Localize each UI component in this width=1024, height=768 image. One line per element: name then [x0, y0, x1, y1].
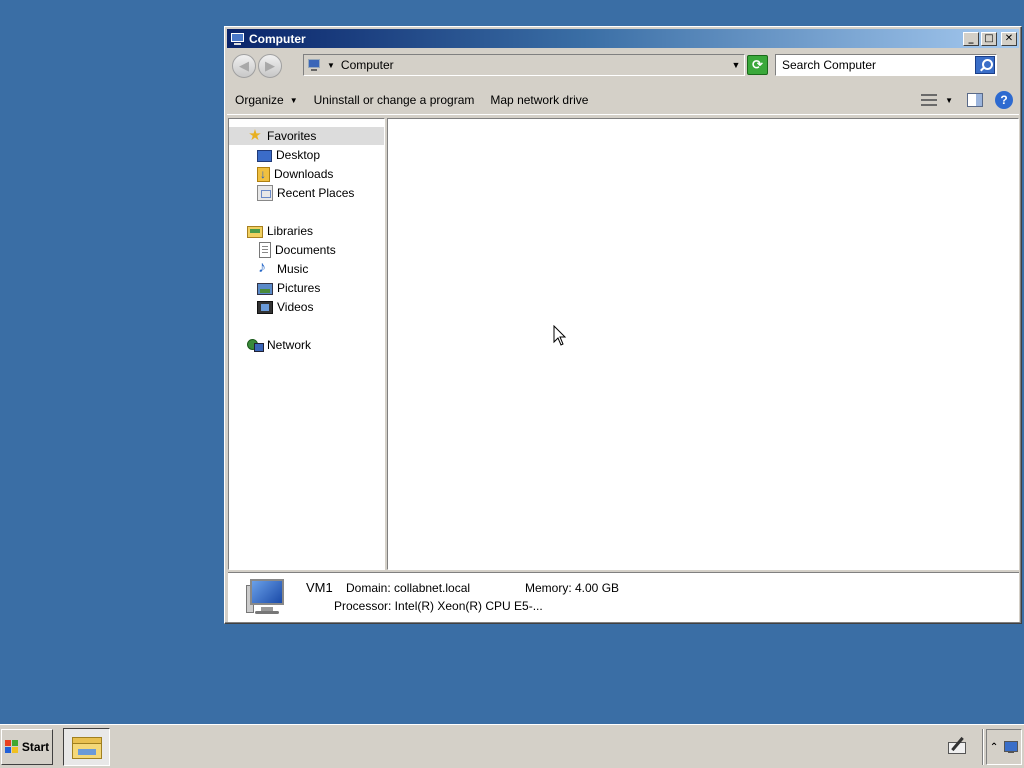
explorer-window: Computer _ □ ✕ ◀ ▶ ▼ Computer ▼ ⟳ Organi…	[224, 26, 1022, 624]
star-icon: ★	[248, 127, 262, 144]
nav-label: Pictures	[277, 281, 321, 295]
nav-item-recent-places[interactable]: Recent Places	[257, 184, 354, 202]
nav-label: Libraries	[267, 224, 314, 238]
address-bar[interactable]: ▼ Computer ▼	[303, 54, 745, 76]
nav-label: Downloads	[274, 167, 334, 181]
nav-item-pictures[interactable]: Pictures	[257, 279, 320, 297]
refresh-icon: ⟳	[752, 57, 763, 72]
help-icon[interactable]: ?	[995, 91, 1013, 109]
view-options-dropdown[interactable]: ▼	[945, 96, 953, 105]
address-row: ◀ ▶ ▼ Computer ▼ ⟳	[227, 50, 1019, 82]
notification-area: ⌃	[986, 729, 1022, 765]
desktop-icon	[257, 149, 272, 162]
refresh-button[interactable]: ⟳	[747, 55, 768, 75]
computer-icon	[230, 32, 246, 46]
documents-icon	[259, 242, 271, 258]
breadcrumb-chevron-icon[interactable]: ▼	[327, 61, 335, 70]
start-label: Start	[21, 740, 50, 754]
forward-button[interactable]: ▶	[258, 54, 282, 78]
downloads-icon	[257, 166, 270, 182]
navigation-pane: ★ Favorites Desktop Downloads Recent Pla…	[228, 118, 385, 570]
pictures-icon	[257, 283, 273, 295]
nav-item-videos[interactable]: Videos	[257, 298, 313, 316]
tablet-input-icon[interactable]	[948, 736, 970, 756]
back-button[interactable]: ◀	[232, 54, 256, 78]
network-icon	[247, 337, 264, 353]
search-input[interactable]	[782, 58, 975, 72]
nav-item-music[interactable]: Music	[257, 259, 309, 278]
search-box	[775, 54, 997, 76]
uninstall-program-button[interactable]: Uninstall or change a program	[306, 88, 483, 112]
processor-info: Processor: Intel(R) Xeon(R) CPU E5-...	[334, 599, 543, 613]
chevron-down-icon: ▼	[289, 95, 298, 105]
details-pane: VM1 Domain: collabnet.local Memory: 4.00…	[228, 572, 1019, 622]
taskbar-explorer-button[interactable]	[63, 728, 110, 766]
title-bar[interactable]: Computer _ □ ✕	[227, 29, 1019, 48]
address-history-dropdown[interactable]: ▼	[728, 60, 744, 70]
nav-item-desktop[interactable]: Desktop	[257, 146, 320, 164]
nav-item-libraries[interactable]: Libraries	[247, 222, 313, 240]
recent-places-icon	[257, 185, 273, 201]
computer-name: VM1	[306, 580, 333, 595]
search-icon[interactable]	[975, 56, 995, 74]
nav-label: Desktop	[276, 148, 321, 162]
change-view-icon[interactable]	[921, 93, 938, 107]
memory-info: Memory: 4.00 GB	[525, 581, 620, 595]
organize-label: Organize	[235, 92, 284, 107]
computer-icon	[246, 577, 290, 617]
network-tray-icon[interactable]	[1004, 741, 1019, 753]
nav-label: Documents	[275, 243, 336, 257]
nav-label: Favorites	[267, 129, 317, 143]
close-button[interactable]: ✕	[1001, 31, 1017, 46]
content-pane[interactable]	[387, 118, 1019, 570]
command-bar: Organize ▼ Uninstall or change a program …	[227, 85, 1019, 115]
show-hidden-icons-button[interactable]: ⌃	[990, 742, 998, 753]
nav-item-favorites[interactable]: ★ Favorites	[229, 127, 384, 145]
computer-icon	[307, 59, 321, 71]
nav-item-documents[interactable]: Documents	[257, 241, 336, 259]
nav-item-network[interactable]: Network	[247, 336, 311, 354]
breadcrumb-location[interactable]: Computer	[341, 58, 728, 72]
mouse-cursor-icon	[553, 325, 567, 346]
nav-label: Videos	[277, 300, 314, 314]
preview-pane-icon[interactable]	[967, 93, 983, 107]
nav-label: Music	[277, 262, 309, 276]
nav-label: Network	[267, 338, 312, 352]
organize-menu[interactable]: Organize ▼	[227, 88, 306, 112]
nav-label: Recent Places	[277, 186, 355, 200]
tray-divider	[982, 729, 984, 765]
back-arrow-icon: ◀	[239, 58, 249, 73]
libraries-icon	[247, 226, 263, 238]
maximize-button[interactable]: □	[981, 31, 997, 46]
minimize-button[interactable]: _	[963, 31, 979, 46]
start-button[interactable]: Start	[1, 729, 53, 765]
videos-icon	[257, 301, 273, 314]
window-title: Computer	[249, 31, 306, 46]
music-icon	[257, 259, 273, 277]
map-network-drive-button[interactable]: Map network drive	[482, 88, 596, 112]
domain-info: Domain: collabnet.local	[346, 581, 471, 595]
forward-arrow-icon: ▶	[265, 58, 275, 73]
nav-item-downloads[interactable]: Downloads	[257, 165, 333, 183]
windows-logo-icon	[4, 740, 19, 754]
taskbar: Start ⌃	[0, 724, 1024, 768]
folder-icon	[71, 735, 102, 759]
